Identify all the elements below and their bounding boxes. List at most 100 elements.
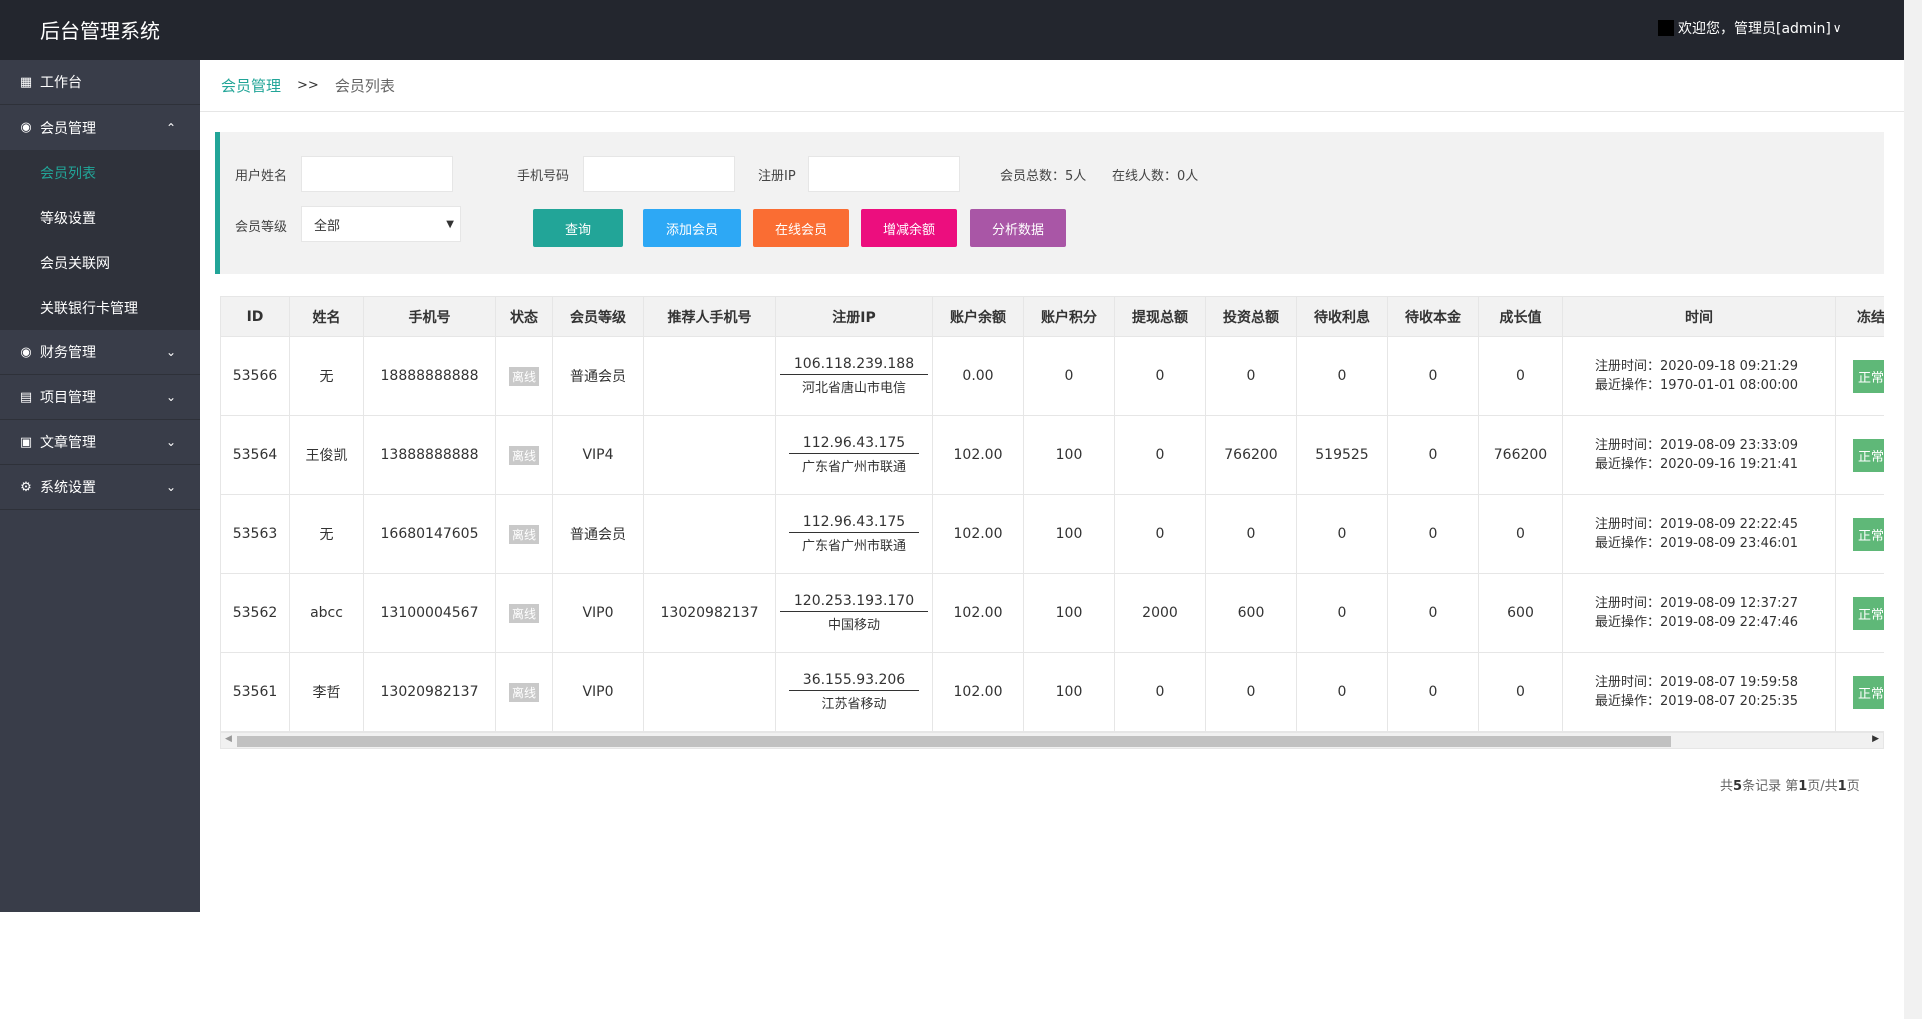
cell-balance: 102.00 — [953, 526, 1003, 542]
total-members-count: 会员总数：5人 — [1000, 169, 1087, 184]
chevron-down-icon: ⌄ — [165, 390, 176, 404]
cell-ip-location: 广东省广州市联通 — [801, 460, 906, 475]
sidebar-item-articles[interactable]: ▣ 文章管理 ⌄ — [0, 420, 200, 465]
scrollbar-thumb[interactable] — [237, 736, 1671, 747]
cell-balance: 102.00 — [953, 447, 1003, 463]
breadcrumb-link-members[interactable]: 会员管理 — [221, 75, 281, 96]
dashboard-icon: ▦ — [19, 74, 33, 90]
vip-icon: ◉ — [20, 344, 32, 360]
ip-input[interactable] — [808, 156, 960, 192]
user-menu[interactable]: 欢迎您，管理员[admin] ∨ — [1658, 18, 1842, 38]
sidebar-subitem-label: 等级设置 — [40, 210, 96, 227]
cell-growth: 600 — [1507, 605, 1534, 621]
column-header: 待收本金 — [1387, 296, 1479, 337]
freeze-status-button[interactable]: 正常 — [1852, 596, 1884, 630]
freeze-status-button[interactable]: 正常 — [1852, 675, 1884, 709]
sidebar-item-workbench[interactable]: ▦ 工作台 — [0, 60, 200, 105]
cell-last-op: 最近操作：1970-01-01 08:00:00 — [1595, 378, 1799, 393]
document-icon: ▣ — [19, 434, 33, 450]
sidebar-item-projects[interactable]: ▤ 项目管理 ⌄ — [0, 375, 200, 420]
column-header: 手机号 — [363, 296, 496, 337]
online-members-button[interactable]: 在线会员 — [753, 209, 849, 247]
table-row[interactable]: 53563 无 16680147605 离线 普通会员 112.96.43.175 广东省广… — [220, 494, 1884, 574]
cell-ip: 112.96.43.175 — [788, 514, 920, 533]
status-badge: 离线 — [508, 366, 539, 386]
username-input[interactable] — [301, 156, 453, 192]
sidebar-item-label: 项目管理 — [40, 390, 96, 406]
cell-id: 53566 — [232, 368, 278, 384]
scroll-left-icon[interactable]: ◀ — [225, 734, 232, 744]
page-scrollbar[interactable] — [1904, 0, 1922, 1019]
column-header: 待收利息 — [1296, 296, 1388, 337]
column-header: 提现总额 — [1114, 296, 1206, 337]
adjust-balance-button[interactable]: 增减余额 — [861, 209, 957, 247]
column-header: ID — [220, 296, 290, 337]
sidebar-item-label: 财务管理 — [40, 345, 96, 361]
sidebar-item-members[interactable]: ◉ 会员管理 ⌃ — [0, 105, 200, 150]
freeze-status-button[interactable]: 正常 — [1852, 359, 1884, 393]
cell-points: 100 — [1055, 684, 1083, 700]
cell-invest: 0 — [1246, 684, 1256, 700]
username-label: 用户姓名 — [235, 169, 288, 184]
freeze-status-button[interactable]: 正常 — [1852, 517, 1884, 551]
sidebar-item-label: 文章管理 — [40, 435, 96, 451]
chevron-down-icon: ∨ — [1832, 21, 1842, 35]
cell-withdraw: 0 — [1155, 526, 1165, 542]
sidebar-item-label: 会员管理 — [40, 120, 96, 137]
cell-points: 100 — [1055, 526, 1083, 542]
sidebar-item-settings[interactable]: ⚙ 系统设置 ⌄ — [0, 465, 200, 510]
table-row[interactable]: 53562 abcc 13100004567 离线 VIP0 13020982137 120… — [220, 573, 1884, 653]
level-select[interactable]: 全部 ▼ — [301, 206, 461, 242]
status-badge: 离线 — [508, 603, 539, 623]
cell-phone: 13100004567 — [380, 605, 479, 621]
phone-input[interactable] — [583, 156, 735, 192]
sidebar-subitem-label: 会员关联网 — [40, 255, 110, 272]
table-row[interactable]: 53561 李哲 13020982137 离线 VIP0 36.155.93.206 江苏省… — [220, 652, 1884, 732]
sidebar-subitem-level-settings[interactable]: 等级设置 — [0, 195, 200, 240]
column-header: 推荐人手机号 — [643, 296, 776, 337]
app-title: 后台管理系统 — [40, 19, 160, 43]
cell-interest: 0 — [1337, 526, 1347, 542]
cell-name: 无 — [319, 527, 334, 543]
freeze-status-button[interactable]: 正常 — [1852, 438, 1884, 472]
cell-principal: 0 — [1428, 526, 1438, 542]
cell-withdraw: 0 — [1155, 368, 1165, 384]
cell-growth: 0 — [1516, 526, 1525, 542]
cell-level: VIP0 — [582, 684, 614, 700]
cell-phone: 13020982137 — [380, 684, 479, 700]
chevron-down-icon: ⌄ — [165, 435, 176, 449]
horizontal-scrollbar[interactable]: ◀ ▶ — [220, 732, 1884, 749]
pagination-page: 1 — [1798, 779, 1808, 794]
pagination-total: 5 — [1733, 779, 1743, 794]
cell-invest: 0 — [1246, 526, 1256, 542]
scroll-right-icon[interactable]: ▶ — [1872, 734, 1879, 744]
sidebar-subitem-member-network[interactable]: 会员关联网 — [0, 240, 200, 285]
cell-withdraw: 0 — [1155, 684, 1165, 700]
cell-growth: 766200 — [1493, 447, 1548, 463]
analyze-data-button[interactable]: 分析数据 — [970, 209, 1066, 247]
sidebar-item-finance[interactable]: ◉ 财务管理 ⌄ — [0, 330, 200, 375]
search-button[interactable]: 查询 — [533, 209, 623, 247]
pagination-text: 页/共 — [1807, 779, 1838, 794]
cell-phone: 16680147605 — [380, 526, 479, 542]
phone-label: 手机号码 — [517, 169, 570, 184]
cell-name: 王俊凯 — [305, 448, 348, 464]
cell-id: 53561 — [232, 684, 278, 700]
cell-reg-time: 注册时间：2019-08-09 23:33:09 — [1595, 438, 1799, 453]
cell-interest: 0 — [1337, 605, 1347, 621]
cell-level: 普通会员 — [570, 527, 626, 543]
cell-phone: 13888888888 — [380, 447, 479, 463]
cell-points: 100 — [1055, 447, 1083, 463]
add-member-button[interactable]: 添加会员 — [643, 209, 741, 247]
cell-referrer: 13020982137 — [660, 605, 759, 621]
column-header: 成长值 — [1478, 296, 1563, 337]
table-header-row: ID 姓名 手机号 状态 会员等级 推荐人手机号 注册IP 账户余额 账户积分 提现总额 投资总额待… — [220, 296, 1884, 337]
breadcrumb: 会员管理 >> 会员列表 — [200, 60, 1904, 112]
table-row[interactable]: 53566 无 18888888888 离线 普通会员 106.118.239.188 河北… — [220, 336, 1884, 416]
breadcrumb-current: 会员列表 — [334, 77, 395, 95]
sidebar-subitem-bank-cards[interactable]: 关联银行卡管理 — [0, 285, 200, 330]
adjust-balance-button-label: 增减余额 — [882, 222, 935, 238]
column-header: 姓名 — [289, 296, 364, 337]
sidebar-subitem-member-list[interactable]: 会员列表 — [0, 150, 200, 195]
table-row[interactable]: 53564 王俊凯 13888888888 离线 VIP4 112.96.43.175 广东… — [220, 415, 1884, 495]
